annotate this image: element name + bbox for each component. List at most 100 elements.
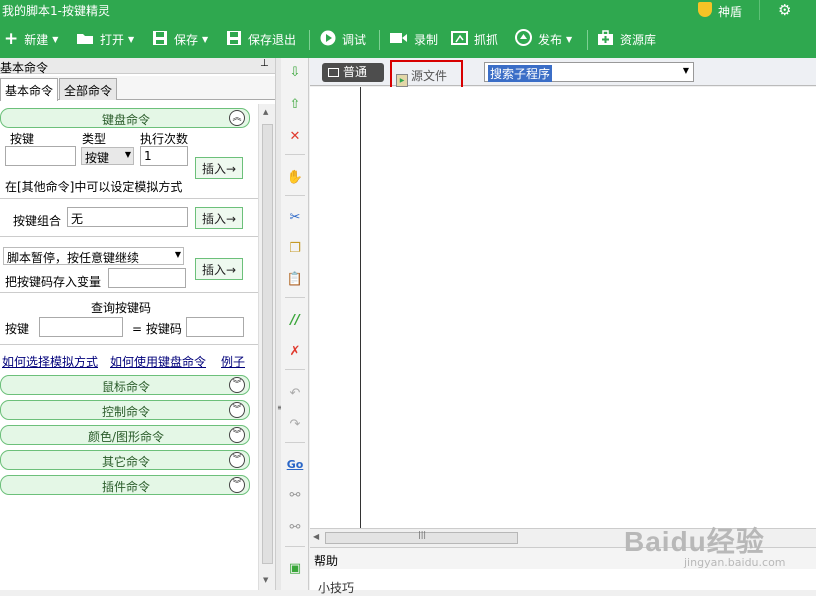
insert-pause-button[interactable]: 插入→ — [195, 258, 244, 280]
link-example[interactable]: 例子 — [221, 353, 245, 370]
play-icon — [320, 30, 336, 49]
command-panel: 基本命令 ⊥ 基本命令 全部命令 键盘命令 ︽ 按键 类型 执行次数 按键 ▼ … — [0, 58, 275, 590]
type-label: 类型 — [82, 132, 107, 146]
tab-all-commands[interactable]: 全部命令 — [59, 78, 118, 100]
publish-label: 发布 — [538, 32, 563, 47]
capture-label: 抓抓 — [474, 32, 499, 47]
type-select-value: 按键 — [85, 151, 110, 165]
record-button[interactable]: 录制 — [389, 20, 438, 58]
type-select[interactable]: 按键 ▼ — [81, 147, 134, 165]
goto-icon[interactable]: Go — [281, 455, 309, 475]
plugin-section-header[interactable]: 插件命令 ︾ — [0, 475, 250, 495]
expand-icon[interactable]: ︾ — [229, 452, 245, 468]
divider — [285, 297, 305, 298]
other-section-header[interactable]: 其它命令 ︾ — [0, 450, 250, 470]
pin-icon[interactable]: ⊥ — [260, 58, 269, 69]
pause-select[interactable]: 脚本暂停，按任意键继续 ▼ — [3, 247, 184, 265]
divider — [285, 546, 305, 547]
copy-icon[interactable]: ❐ — [281, 239, 309, 259]
comment-icon[interactable]: // — [281, 311, 309, 331]
subroutine-select[interactable]: 搜索子程序 ▼ — [484, 62, 694, 82]
view-icon[interactable]: ▣ — [281, 559, 309, 579]
caret-down-icon[interactable]: ▼ — [128, 35, 134, 44]
normal-mode-button[interactable]: 普通 — [322, 63, 384, 82]
caret-down-icon[interactable]: ▼ — [202, 35, 208, 44]
command-list: 键盘命令 ︽ 按键 类型 执行次数 按键 ▼ 1 插入→ 在[其他命令]中可以设… — [0, 101, 270, 590]
open-label: 打开 — [100, 32, 125, 47]
scroll-thumb[interactable] — [262, 124, 273, 564]
query-key-label: 按键 — [5, 322, 30, 336]
new-label: 新建 — [24, 32, 49, 47]
resources-label: 资源库 — [620, 32, 657, 47]
redo-icon[interactable]: ↷ — [281, 415, 309, 435]
link-simulation-mode[interactable]: 如何选择模拟方式 — [2, 353, 98, 370]
shield-icon[interactable] — [698, 2, 712, 17]
save-exit-button[interactable]: 保存退出 — [226, 20, 296, 58]
expand-icon[interactable]: ︾ — [229, 477, 245, 493]
chevron-down-icon[interactable]: ▼ — [683, 66, 689, 75]
query-code-input[interactable] — [186, 317, 244, 337]
shield-label[interactable]: 神盾 — [718, 3, 742, 20]
color-section-header[interactable]: 颜色/图形命令 ︾ — [0, 425, 250, 445]
scroll-left-icon[interactable]: ◀ — [313, 532, 319, 541]
toolbar-divider — [309, 30, 310, 50]
paste-icon[interactable]: 📋 — [281, 270, 309, 290]
scroll-up-icon[interactable]: ▲ — [263, 108, 268, 116]
scroll-grip-icon: ||| — [418, 530, 427, 539]
watermark: Baidu经验 jingyan.baidu.com — [624, 520, 814, 588]
resources-button[interactable]: 资源库 — [597, 20, 656, 58]
expand-icon[interactable]: ︾ — [229, 377, 245, 393]
caret-down-icon[interactable]: ▼ — [52, 35, 58, 44]
cut-icon[interactable]: ✂ — [281, 208, 309, 228]
replace-icon[interactable]: ⚯ — [281, 518, 309, 538]
save-icon — [152, 30, 168, 49]
chevron-down-icon[interactable]: ▼ — [125, 150, 131, 159]
script-editor[interactable] — [310, 87, 816, 528]
keyboard-section-header[interactable]: 键盘命令 ︽ — [0, 108, 250, 128]
normal-mode-icon — [328, 68, 339, 77]
scroll-down-icon[interactable]: ▼ — [263, 576, 268, 584]
tab-basic-commands[interactable]: 基本命令 — [0, 78, 59, 101]
combo-input[interactable]: 无 — [67, 207, 188, 227]
mouse-section-header[interactable]: 鼠标命令 ︾ — [0, 375, 250, 395]
divider — [285, 442, 305, 443]
hand-icon[interactable]: ✋ — [281, 168, 309, 188]
find-icon[interactable]: ⚯ — [281, 486, 309, 506]
count-input[interactable]: 1 — [140, 146, 188, 166]
watermark-url: jingyan.baidu.com — [684, 556, 786, 569]
expand-icon[interactable]: ︾ — [229, 427, 245, 443]
source-file-icon: ▶ — [396, 74, 408, 87]
chevron-down-icon[interactable]: ▼ — [175, 250, 181, 259]
capture-button[interactable]: 抓抓 — [451, 20, 498, 58]
publish-button[interactable]: 发布 ▼ — [515, 20, 572, 58]
link-keyboard-usage[interactable]: 如何使用键盘命令 — [110, 353, 206, 370]
open-button[interactable]: 打开 ▼ — [76, 20, 134, 58]
section-title: 颜色/图形命令 — [87, 430, 165, 444]
save-button[interactable]: 保存 ▼ — [152, 20, 208, 58]
divider — [0, 344, 270, 345]
gutter-divider — [360, 87, 361, 528]
new-button[interactable]: + 新建 ▼ — [4, 20, 58, 58]
move-down-icon[interactable]: ⇩ — [281, 63, 309, 83]
undo-icon[interactable]: ↶ — [281, 384, 309, 404]
caret-down-icon[interactable]: ▼ — [566, 35, 572, 44]
panel-scrollbar[interactable]: ▲ ▼ — [258, 104, 275, 590]
store-var-input[interactable] — [108, 268, 186, 288]
insert-key-button[interactable]: 插入→ — [195, 157, 244, 179]
delete-icon[interactable]: ✕ — [281, 127, 309, 147]
record-label: 录制 — [414, 32, 439, 47]
uncomment-icon[interactable]: ✗ — [281, 342, 309, 362]
expand-icon[interactable]: ︾ — [229, 402, 245, 418]
subroutine-select-value: 搜索子程序 — [488, 65, 553, 82]
control-section-header[interactable]: 控制命令 ︾ — [0, 400, 250, 420]
collapse-icon[interactable]: ︽ — [229, 110, 245, 126]
move-up-icon[interactable]: ⇧ — [281, 95, 309, 115]
debug-label: 调试 — [342, 32, 367, 47]
insert-combo-button[interactable]: 插入→ — [195, 207, 244, 229]
gear-icon[interactable]: ⚙ — [778, 0, 791, 20]
key-input[interactable] — [5, 146, 76, 166]
debug-button[interactable]: 调试 — [320, 20, 366, 58]
key-label: 按键 — [10, 132, 35, 146]
titlebar-divider — [759, 0, 760, 20]
query-key-input[interactable] — [39, 317, 123, 337]
